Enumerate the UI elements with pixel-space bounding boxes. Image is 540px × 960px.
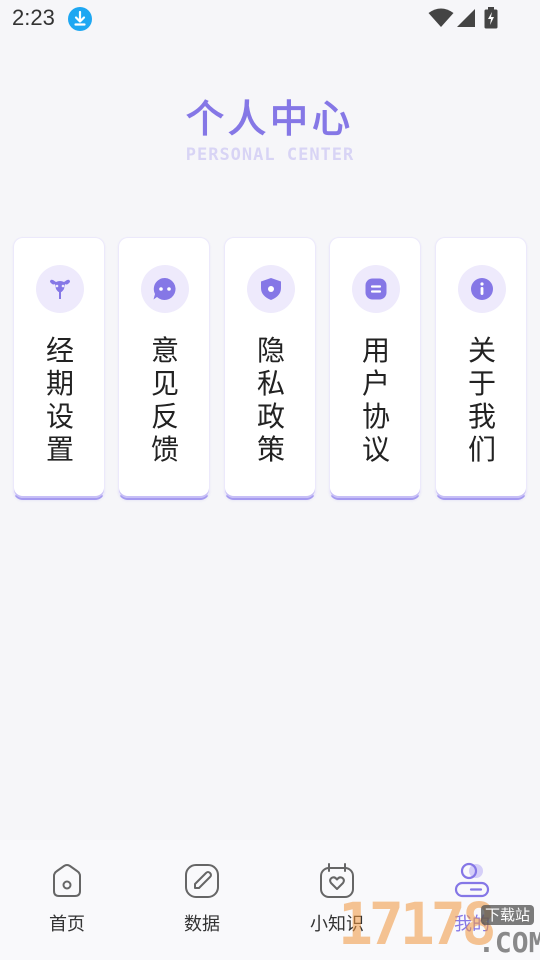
card-label: 隐私政策 [256, 334, 285, 466]
nav-home[interactable]: 首页 [17, 862, 117, 942]
nav-label: 小知识 [310, 914, 364, 935]
profile-icon [454, 862, 490, 898]
status-bar: 2:23 [0, 0, 540, 40]
nav-knowledge[interactable]: 小知识 [287, 862, 387, 942]
status-time: 2:23 [12, 5, 55, 30]
signal-icon [457, 9, 475, 27]
user-agreement-card[interactable]: 用户协议 [329, 237, 421, 500]
shield-icon [247, 265, 295, 313]
page-title: 个人中心 [185, 97, 354, 141]
nav-label: 我的 [454, 914, 490, 935]
download-icon [68, 7, 92, 31]
privacy-policy-card[interactable]: 隐私政策 [224, 237, 316, 500]
period-settings-card[interactable]: 经期设置 [13, 237, 105, 500]
nav-mine[interactable]: 我的 [422, 862, 522, 942]
info-icon [458, 265, 506, 313]
bottom-nav: 首页 数据 小知识 我的 [0, 840, 540, 960]
card-label: 用户协议 [361, 334, 390, 466]
feedback-card[interactable]: 意见反馈 [118, 237, 210, 500]
wifi-icon [428, 8, 454, 27]
home-icon [53, 864, 81, 897]
card-label: 意见反馈 [150, 334, 179, 466]
card-label: 关于我们 [467, 334, 496, 466]
calendar-heart-icon [320, 863, 354, 898]
uterus-icon [36, 265, 84, 313]
menu-cards: 经期设置 意见反馈 隐私政策 用 户 协 议 关 于 我 们 [13, 237, 528, 500]
page-subtitle: PERSONAL CENTER [185, 145, 355, 165]
nav-data[interactable]: 数据 [152, 862, 252, 942]
chat-bubble-icon [141, 265, 189, 313]
document-icon [352, 265, 400, 313]
about-us-card[interactable]: 关于我们 [435, 237, 527, 500]
card-label: 经期设置 [45, 334, 74, 466]
pen-icon [185, 864, 219, 898]
nav-label: 数据 [184, 914, 220, 935]
battery-icon [484, 7, 498, 29]
nav-label: 首页 [49, 914, 85, 935]
